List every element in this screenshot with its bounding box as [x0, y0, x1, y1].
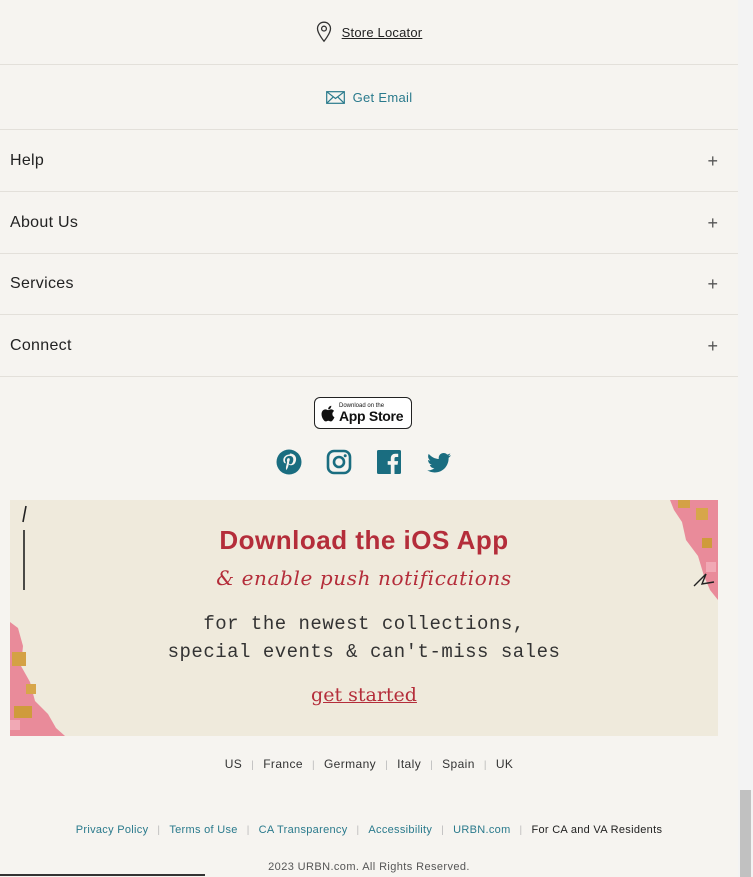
twitter-icon[interactable]: [425, 448, 453, 476]
plus-icon: +: [707, 150, 718, 171]
region-link-us[interactable]: US: [225, 757, 242, 771]
bottom-bar: [0, 874, 205, 876]
ca-va-residents-link[interactable]: For CA and VA Residents: [531, 824, 662, 836]
accordion-title: Connect: [10, 336, 72, 354]
app-store-big-text: App Store: [339, 408, 404, 424]
region-link-uk[interactable]: UK: [496, 757, 513, 771]
urbn-link[interactable]: URBN.com: [453, 824, 510, 836]
ios-app-banner[interactable]: Download the iOS App & enable push notif…: [10, 500, 718, 736]
separator: |: [385, 760, 389, 771]
store-locator-link[interactable]: Store Locator: [342, 25, 423, 40]
accordion-title: Help: [10, 151, 45, 169]
scrollbar-track[interactable]: [738, 0, 753, 877]
footer-page: Store Locator Get Email Help + About Us …: [0, 0, 738, 877]
separator: |: [246, 825, 250, 836]
get-email-link[interactable]: Get Email: [353, 90, 413, 105]
region-links: US | France | Germany | Italy | Spain | UK: [0, 757, 738, 771]
separator: |: [251, 760, 255, 771]
pinterest-icon[interactable]: [275, 448, 303, 476]
banner-body: for the newest collections, special even…: [10, 610, 718, 666]
plus-icon: +: [707, 335, 718, 356]
accordion-title: Services: [10, 275, 74, 292]
separator: |: [483, 760, 487, 771]
privacy-policy-link[interactable]: Privacy Policy: [76, 824, 149, 836]
instagram-icon[interactable]: [325, 448, 353, 476]
banner-title: Download the iOS App: [219, 525, 509, 555]
separator: |: [311, 760, 315, 771]
plus-icon: +: [707, 274, 718, 294]
plus-icon: +: [707, 212, 718, 233]
envelope-icon: [325, 90, 345, 104]
copyright-text: 2023 URBN.com. All Rights Reserved.: [268, 861, 470, 873]
accordion-title: About Us: [10, 213, 79, 231]
get-email-row: Get Email: [0, 65, 738, 130]
banner-body-line: special events & can't-miss sales: [167, 641, 561, 663]
accordion-services[interactable]: Services +: [0, 254, 738, 315]
scrollbar-thumb[interactable]: [740, 790, 751, 877]
separator: |: [356, 825, 360, 836]
terms-of-use-link[interactable]: Terms of Use: [169, 824, 237, 836]
facebook-icon[interactable]: [375, 448, 403, 476]
apple-icon: [321, 405, 335, 421]
separator: |: [519, 825, 523, 836]
app-store-badge[interactable]: Download on the App Store: [314, 397, 412, 429]
separator: |: [441, 825, 445, 836]
region-link-france[interactable]: France: [263, 757, 303, 771]
region-link-germany[interactable]: Germany: [324, 757, 376, 771]
banner-subtitle: & enable push notifications: [216, 566, 512, 590]
ca-transparency-link[interactable]: CA Transparency: [259, 824, 348, 836]
separator: |: [157, 825, 161, 836]
accordion-help[interactable]: Help +: [0, 130, 738, 192]
accordion-connect[interactable]: Connect +: [0, 315, 738, 377]
accessibility-link[interactable]: Accessibility: [368, 824, 432, 836]
region-link-italy[interactable]: Italy: [397, 757, 421, 771]
map-pin-icon: [316, 21, 331, 43]
region-link-spain[interactable]: Spain: [442, 757, 475, 771]
store-locator-row: Store Locator: [0, 0, 738, 65]
banner-get-started-link[interactable]: get started: [10, 684, 718, 706]
separator: |: [430, 760, 434, 771]
accordion-about-us[interactable]: About Us +: [0, 192, 738, 254]
banner-body-line: for the newest collections,: [203, 613, 525, 635]
legal-links: Privacy Policy | Terms of Use | CA Transpare…: [0, 824, 738, 836]
